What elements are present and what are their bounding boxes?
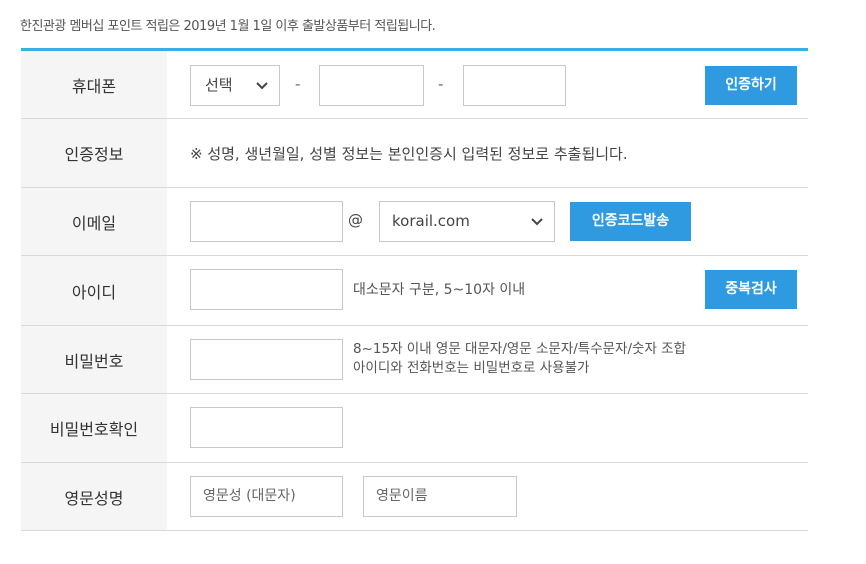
password-hint-line1: 8~15자 이내 영문 대문자/영문 소문자/특수문자/숫자 조합 <box>353 341 686 357</box>
english-last-name-input[interactable]: 영문성 (대문자) <box>190 476 343 517</box>
password-label: 비밀번호 <box>21 326 167 393</box>
english-name-label: 영문성명 <box>21 463 167 530</box>
user-id-hint: 대소문자 구분, 5~10자 이내 <box>353 282 526 298</box>
user-id-input[interactable] <box>190 269 343 310</box>
english-first-name-placeholder: 영문이름 <box>376 488 428 504</box>
phone-last-input[interactable] <box>463 65 566 106</box>
password-row: 비밀번호 8~15자 이내 영문 대문자/영문 소문자/특수문자/숫자 조합 아… <box>21 326 808 394</box>
phone-prefix-select[interactable]: 선택 <box>190 65 280 106</box>
phone-row: 휴대폰 선택 - - 인증하기 <box>21 51 808 119</box>
auth-info-row: 인증정보 ※ 성명, 생년월일, 성별 정보는 본인인증시 입력된 정보로 추출… <box>21 119 808 188</box>
user-id-row: 아이디 대소문자 구분, 5~10자 이내 중복검사 <box>21 256 808 326</box>
password-confirm-label: 비밀번호확인 <box>21 394 167 462</box>
duplicate-check-button[interactable]: 중복검사 <box>705 270 797 309</box>
email-row: 이메일 @ korail.com 인증코드발송 <box>21 188 808 256</box>
password-input[interactable] <box>190 339 343 380</box>
user-id-label: 아이디 <box>21 256 167 325</box>
password-confirm-row: 비밀번호확인 <box>21 394 808 463</box>
send-code-button[interactable]: 인증코드발송 <box>570 202 691 241</box>
phone-middle-input[interactable] <box>319 65 424 106</box>
auth-info-text: ※ 성명, 생년월일, 성별 정보는 본인인증시 입력된 정보로 추출됩니다. <box>190 145 628 163</box>
phone-verify-button[interactable]: 인증하기 <box>705 66 797 105</box>
email-domain-select[interactable]: korail.com <box>379 201 555 242</box>
phone-label: 휴대폰 <box>21 51 167 118</box>
english-last-name-placeholder: 영문성 (대문자) <box>203 488 296 504</box>
email-local-input[interactable] <box>190 201 343 242</box>
chevron-down-icon <box>531 218 543 226</box>
english-first-name-input[interactable]: 영문이름 <box>363 476 517 517</box>
email-label: 이메일 <box>21 188 167 255</box>
english-name-row: 영문성명 영문성 (대문자) 영문이름 <box>21 463 808 531</box>
password-hint-line2: 아이디와 전화번호는 비밀번호로 사용불가 <box>353 360 590 376</box>
auth-info-label: 인증정보 <box>21 119 167 187</box>
email-at-sign: @ <box>348 211 363 229</box>
phone-dash-2: - <box>438 75 444 93</box>
membership-notice: 한진관광 멤버십 포인트 적립은 2019년 1월 1일 이후 출발상품부터 적… <box>20 19 436 34</box>
signup-form: 휴대폰 선택 - - 인증하기 인증정보 ※ 성명, 생년월일, 성별 정보는 … <box>21 48 808 531</box>
phone-dash-1: - <box>295 75 301 93</box>
password-confirm-input[interactable] <box>190 407 343 448</box>
chevron-down-icon <box>256 82 268 90</box>
